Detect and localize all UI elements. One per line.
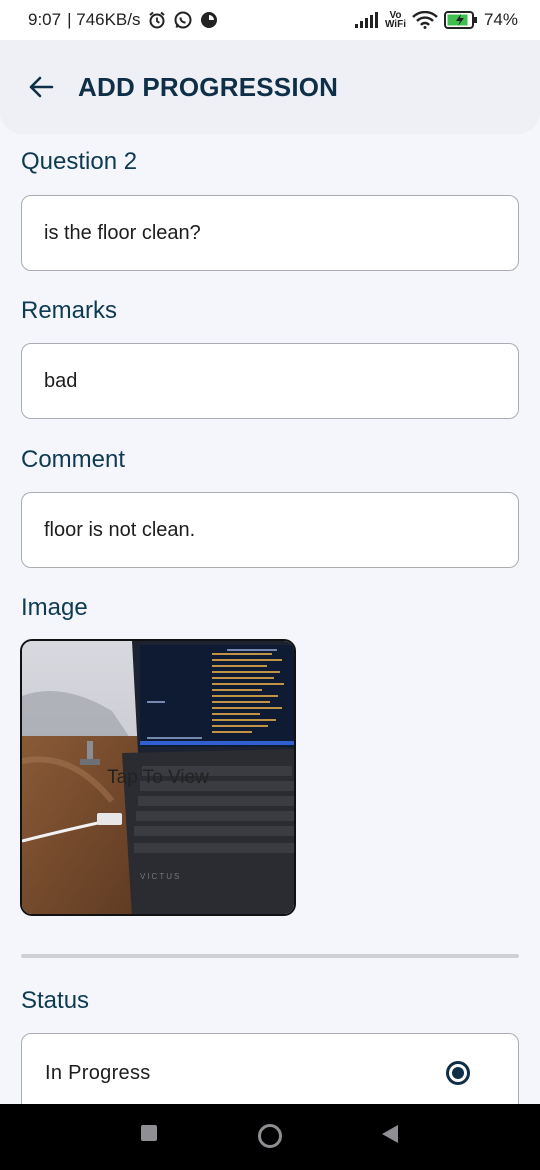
home-circle-icon [258, 1124, 282, 1148]
app-notification-icon [199, 10, 219, 30]
comment-field[interactable]: floor is not clean. [21, 492, 519, 568]
status-net-speed: | 746KB/s [67, 10, 141, 29]
back-triangle-icon [382, 1125, 398, 1143]
wifi-icon [412, 11, 438, 29]
remarks-value: bad [44, 369, 78, 392]
alarm-icon [147, 10, 167, 30]
system-nav-bar [0, 1104, 540, 1170]
image-label: Image [21, 594, 88, 621]
page-title: ADD PROGRESSION [78, 71, 339, 102]
question-label: Question 2 [21, 148, 138, 175]
status-left: 9:07 | 746KB/s [28, 10, 219, 30]
status-time: 9:07 [28, 10, 62, 29]
comment-label: Comment [21, 446, 126, 473]
tap-to-view-label: Tap To View [107, 767, 209, 788]
back-nav-button[interactable] [380, 1124, 400, 1149]
vowifi-indicator: Vo WiFi [384, 11, 406, 30]
svg-text:VICTUS: VICTUS [140, 872, 181, 881]
image-thumbnail[interactable]: VICTUS Tap To View [20, 639, 296, 916]
app-bar: ADD PROGRESSION [0, 40, 540, 134]
remarks-field[interactable]: bad [21, 343, 519, 419]
status-bar: 9:07 | 746KB/s Vo WiFi 74% [0, 0, 540, 40]
status-label: Status [21, 987, 90, 1014]
status-value: In Progress [45, 1061, 151, 1084]
question-field[interactable]: is the floor clean? [21, 195, 519, 271]
radio-selected-icon[interactable] [446, 1061, 470, 1085]
section-divider [21, 954, 519, 958]
question-value: is the floor clean? [44, 221, 201, 244]
recents-square-icon [141, 1125, 157, 1141]
recents-button[interactable] [140, 1124, 158, 1147]
radio-dot [452, 1067, 464, 1079]
battery-charging-icon [443, 11, 478, 29]
comment-value: floor is not clean. [44, 518, 196, 541]
arrow-left-icon [29, 76, 54, 98]
status-right: Vo WiFi 74% [354, 10, 518, 30]
remarks-label: Remarks [21, 297, 118, 324]
home-button[interactable] [257, 1123, 283, 1154]
battery-percent: 74% [483, 10, 518, 29]
signal-icon [354, 12, 379, 28]
back-button[interactable] [24, 70, 58, 104]
status-option-in-progress[interactable]: In Progress [21, 1033, 519, 1113]
vowifi-bottom: WiFi [384, 19, 406, 30]
whatsapp-icon [173, 10, 193, 30]
